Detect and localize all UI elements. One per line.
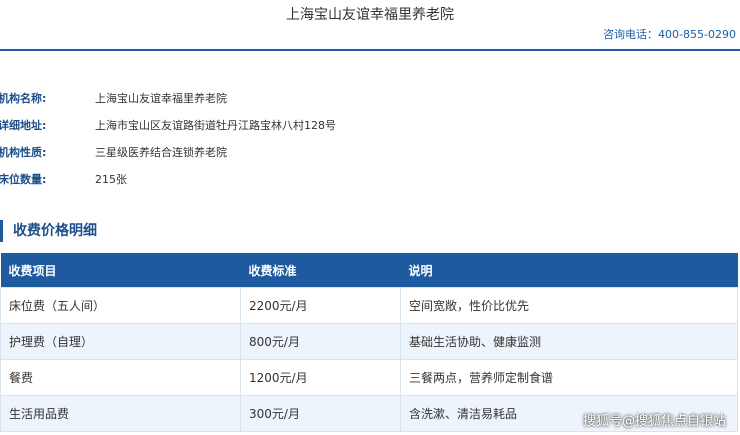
price-table: 收费项目 收费标准 说明 床位费（五人间） 2200元/月 空间宽敞，性价比优先… <box>0 253 738 432</box>
info-label: 床位数量: <box>0 173 47 186</box>
info-value: 上海市宝山区友谊路街道牡丹江路宝林八村128号 <box>95 119 336 132</box>
table-cell: 生活用品费 <box>0 395 241 432</box>
table-header-row: 收费项目 收费标准 说明 <box>0 253 738 288</box>
table-cell: 三餐两点，营养师定制食谱 <box>400 359 738 396</box>
table-cell: 床位费（五人间） <box>0 287 241 324</box>
table-cell: 餐费 <box>0 359 241 396</box>
table-row: 餐费 1200元/月 三餐两点，营养师定制食谱 <box>0 359 738 396</box>
column-header-note: 说明 <box>400 253 738 288</box>
table-cell: 300元/月 <box>240 395 401 432</box>
table-cell: 基础生活协助、健康监测 <box>400 323 738 360</box>
header-divider <box>0 49 740 51</box>
info-value: 上海宝山友谊幸福里养老院 <box>95 92 227 105</box>
column-header-price: 收费标准 <box>240 253 401 288</box>
section-heading: 收费价格明细 <box>0 220 97 242</box>
info-label: 详细地址: <box>0 119 47 132</box>
table-cell: 空间宽敞，性价比优先 <box>400 287 738 324</box>
watermark: 搜狐号@搜狐焦点自银站 <box>582 414 726 429</box>
column-header-item: 收费项目 <box>0 253 241 288</box>
table-cell: 1200元/月 <box>240 359 401 396</box>
table-cell: 护理费（自理） <box>0 323 241 360</box>
info-label: 机构性质: <box>0 146 47 159</box>
table-cell: 2200元/月 <box>240 287 401 324</box>
info-value: 215张 <box>95 173 127 186</box>
table-row: 护理费（自理） 800元/月 基础生活协助、健康监测 <box>0 323 738 360</box>
info-value: 三星级医养结合连锁养老院 <box>95 146 227 159</box>
page-title: 上海宝山友谊幸福里养老院 <box>286 7 454 23</box>
info-label: 机构名称: <box>0 92 47 105</box>
table-row: 床位费（五人间） 2200元/月 空间宽敞，性价比优先 <box>0 287 738 324</box>
hotline-text: 咨询电话：400-855-0290 <box>603 28 736 41</box>
table-cell: 800元/月 <box>240 323 401 360</box>
